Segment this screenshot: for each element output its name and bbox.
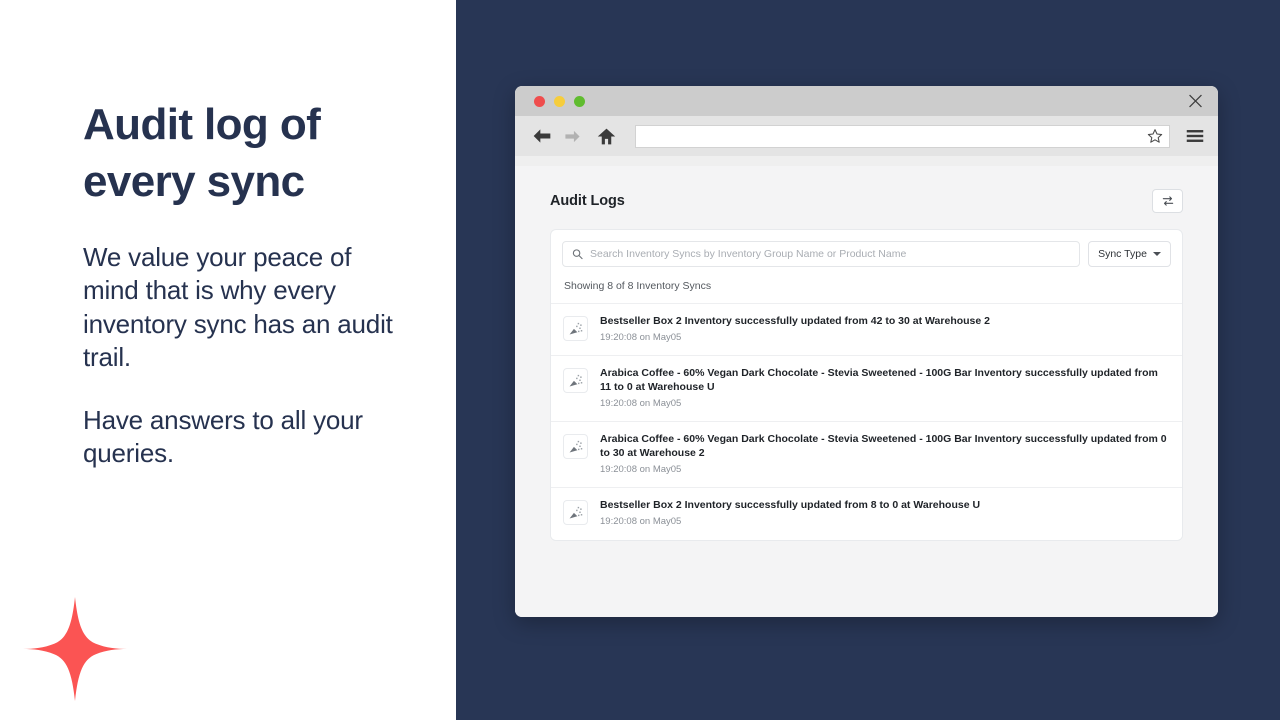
sync-type-filter-label: Sync Type <box>1098 248 1147 260</box>
slide-canvas: Audit log of every sync We value your pe… <box>0 0 1280 720</box>
log-message: Bestseller Box 2 Inventory successfully … <box>600 499 981 512</box>
left-content-panel: Audit log of every sync We value your pe… <box>0 0 456 720</box>
browser-toolbar <box>515 116 1218 156</box>
address-bar[interactable] <box>635 124 1170 148</box>
log-row-text: Arabica Coffee - 60% Vegan Dark Chocolat… <box>600 433 1168 476</box>
table-row[interactable]: Arabica Coffee - 60% Vegan Dark Chocolat… <box>551 356 1182 423</box>
window-maximize-dot[interactable] <box>574 95 585 107</box>
log-message: Arabica Coffee - 60% Vegan Dark Chocolat… <box>600 433 1167 460</box>
log-message: Bestseller Box 2 Inventory successfully … <box>600 315 990 327</box>
browser-window: Audit Logs Search Inventory Syncs by Inv… <box>515 86 1218 617</box>
log-timestamp: 19:20:08 on May05 <box>600 397 682 409</box>
card-toolbar: Sync Type Showing 8 of 8 Inventory Syncs <box>551 230 1182 303</box>
app-viewport: Audit Logs Search Inventory Syncs by Inv… <box>515 166 1218 617</box>
search-icon <box>572 249 583 260</box>
body-copy: We value your peace of mind that is why … <box>83 241 413 471</box>
arrow-left-icon[interactable] <box>529 123 555 149</box>
log-timestamp: 19:20:08 on May05 <box>600 463 682 475</box>
window-minimize-dot[interactable] <box>554 95 565 107</box>
table-row[interactable]: Bestseller Box 2 Inventory successfully … <box>551 304 1182 357</box>
table-row[interactable]: Arabica Coffee - 60% Vegan Dark Chocolat… <box>551 422 1182 489</box>
window-close-dot[interactable] <box>534 95 545 107</box>
log-row-text: Bestseller Box 2 Inventory successfully … <box>600 315 1168 344</box>
log-timestamp: 19:20:08 on May05 <box>600 331 682 343</box>
search-field-wrapper[interactable] <box>562 241 1080 267</box>
page-title: Audit log of every sync <box>83 100 321 207</box>
table-row[interactable]: Bestseller Box 2 Inventory successfully … <box>551 488 1182 540</box>
browser-tabstrip <box>515 156 1218 166</box>
log-message: Arabica Coffee - 60% Vegan Dark Chocolat… <box>600 367 1158 394</box>
window-traffic-lights <box>534 95 585 107</box>
close-icon[interactable] <box>1187 93 1204 110</box>
home-icon[interactable] <box>593 123 619 149</box>
browser-titlebar <box>515 86 1218 116</box>
log-row-text: Arabica Coffee - 60% Vegan Dark Chocolat… <box>600 367 1168 410</box>
party-popper-icon <box>563 368 588 394</box>
body-paragraph-1: We value your peace of mind that is why … <box>83 242 393 372</box>
chevron-down-icon <box>1152 252 1161 256</box>
body-paragraph-2: Have answers to all your queries. <box>83 405 363 469</box>
audit-logs-heading: Audit Logs <box>550 193 625 209</box>
star-icon[interactable] <box>1147 128 1163 144</box>
search-input[interactable] <box>563 248 1079 260</box>
party-popper-icon <box>563 316 588 341</box>
swap-arrows-button[interactable] <box>1152 189 1183 213</box>
results-count-text: Showing 8 of 8 Inventory Syncs <box>564 280 712 292</box>
arrow-right-icon[interactable] <box>559 123 585 149</box>
audit-logs-card: Sync Type Showing 8 of 8 Inventory Syncs <box>550 229 1183 541</box>
hamburger-menu-icon[interactable] <box>1184 125 1206 147</box>
audit-log-list: Bestseller Box 2 Inventory successfully … <box>551 303 1182 540</box>
log-timestamp: 19:20:08 on May05 <box>600 516 682 528</box>
search-row: Sync Type <box>562 241 1171 267</box>
app-header: Audit Logs <box>550 166 1183 229</box>
party-popper-icon <box>563 500 588 526</box>
log-row-text: Bestseller Box 2 Inventory successfully … <box>600 499 1168 528</box>
party-popper-icon <box>563 434 588 460</box>
sync-type-filter-button[interactable]: Sync Type <box>1088 241 1171 267</box>
swap-arrows-icon <box>1162 196 1173 206</box>
four-point-sparkle-icon <box>23 597 127 701</box>
